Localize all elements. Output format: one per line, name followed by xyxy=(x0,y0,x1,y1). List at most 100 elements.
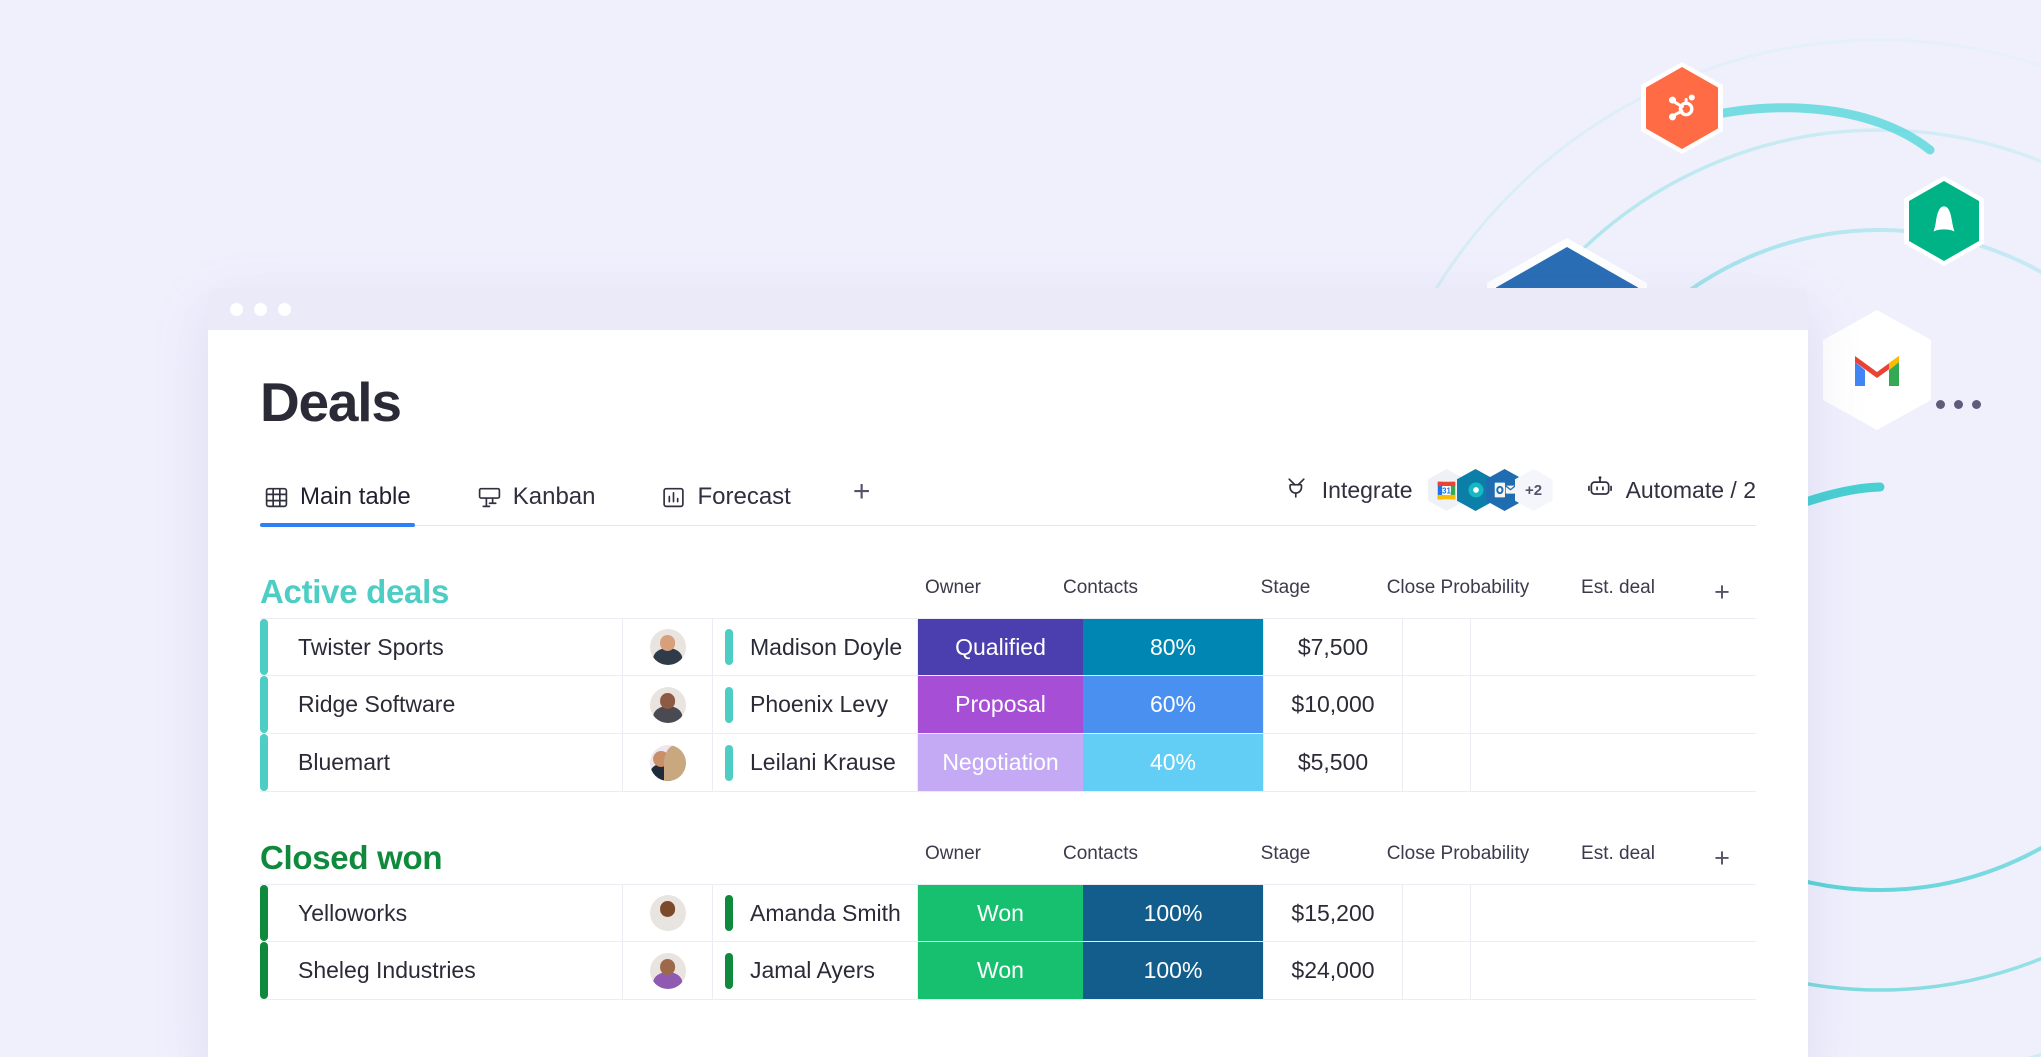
cell-close-probability[interactable]: 100% xyxy=(1083,885,1263,941)
group-title: Closed won xyxy=(260,839,443,876)
group-rows: Yelloworks Amanda Smith Won 100% $15,200… xyxy=(260,884,1756,1000)
cell-owner[interactable] xyxy=(623,942,713,999)
cell-deal-name[interactable]: Ridge Software xyxy=(268,676,623,733)
hubspot-hex xyxy=(1641,62,1723,154)
cell-empty[interactable] xyxy=(1403,734,1471,791)
integration-app-stack[interactable]: 31 +2 xyxy=(1427,469,1553,511)
cell-empty[interactable] xyxy=(1403,885,1471,941)
group-active-deals: Active deals Owner Contacts Stage Close … xyxy=(260,566,1756,792)
add-column-button[interactable]: + xyxy=(1688,577,1756,608)
cell-est-deal[interactable]: $15,200 xyxy=(1263,885,1403,941)
integration-overflow-label: +2 xyxy=(1514,469,1553,511)
cell-empty[interactable] xyxy=(1403,676,1471,733)
tab-forecast[interactable]: Forecast xyxy=(657,483,794,525)
column-header-est-deal[interactable]: Est. deal xyxy=(1548,843,1688,874)
kebab-dot xyxy=(1954,400,1963,409)
app-window: Deals Main table Kanban Forecast + Integ… xyxy=(208,288,1808,1057)
tab-main-table[interactable]: Main table xyxy=(260,483,415,527)
cell-owner[interactable] xyxy=(623,619,713,675)
cell-stage[interactable]: Won xyxy=(918,942,1083,999)
column-header-owner[interactable]: Owner xyxy=(908,843,998,874)
automate-button[interactable]: Automate / 2 xyxy=(1587,474,1756,506)
cell-contact[interactable]: Madison Doyle xyxy=(713,619,918,675)
cell-contact[interactable]: Jamal Ayers xyxy=(713,942,918,999)
contact-pill xyxy=(725,686,733,723)
cell-stage[interactable]: Qualified xyxy=(918,619,1083,675)
contact-name: Amanda Smith xyxy=(750,899,901,926)
contact-pill xyxy=(725,629,733,665)
table-row[interactable]: Bluemart Leilani Krause Negotiation 40% … xyxy=(260,734,1756,792)
avatar xyxy=(649,895,686,931)
cell-est-deal[interactable]: $10,000 xyxy=(1263,676,1403,733)
integration-app-overflow[interactable]: +2 xyxy=(1514,469,1553,511)
column-header-close-probability[interactable]: Close Probability xyxy=(1368,577,1548,608)
cell-empty[interactable] xyxy=(1403,942,1471,999)
cell-owner[interactable] xyxy=(623,676,713,733)
avatar xyxy=(649,629,686,665)
add-view-button[interactable]: + xyxy=(853,475,871,525)
cell-deal-name[interactable]: Sheleg Industries xyxy=(268,942,623,999)
column-header-stage[interactable]: Stage xyxy=(1203,577,1368,608)
column-header-contacts[interactable]: Contacts xyxy=(998,843,1203,874)
avatar xyxy=(649,686,686,723)
aircall-hex xyxy=(1904,176,1984,266)
column-header-owner[interactable]: Owner xyxy=(908,577,998,608)
column-header-est-deal[interactable]: Est. deal xyxy=(1548,577,1688,608)
cell-stage[interactable]: Won xyxy=(918,885,1083,941)
row-color-bar xyxy=(260,734,268,791)
contact-pill xyxy=(725,895,733,931)
table-row[interactable]: Yelloworks Amanda Smith Won 100% $15,200 xyxy=(260,884,1756,942)
table-row[interactable]: Twister Sports Madison Doyle Qualified 8… xyxy=(260,618,1756,676)
cell-deal-name[interactable]: Twister Sports xyxy=(268,619,623,675)
cell-est-deal[interactable]: $24,000 xyxy=(1263,942,1403,999)
cell-contact[interactable]: Amanda Smith xyxy=(713,885,918,941)
window-minimize-dot[interactable] xyxy=(254,302,267,316)
integrate-label: Integrate xyxy=(1321,476,1413,503)
contact-name: Phoenix Levy xyxy=(750,691,889,717)
cell-owner[interactable] xyxy=(623,734,713,791)
cell-close-probability[interactable]: 40% xyxy=(1083,734,1263,791)
outlook-small-icon xyxy=(1494,482,1516,498)
cell-contact[interactable]: Phoenix Levy xyxy=(713,676,918,733)
group-header: Closed won Owner Contacts Stage Close Pr… xyxy=(260,832,1756,884)
tab-label: Forecast xyxy=(697,483,791,510)
cell-empty[interactable] xyxy=(1403,619,1471,675)
more-options-button[interactable] xyxy=(1936,400,1981,409)
cell-close-probability[interactable]: 80% xyxy=(1083,619,1263,675)
cell-est-deal[interactable]: $7,500 xyxy=(1263,619,1403,675)
aircall-icon xyxy=(1933,206,1955,232)
contact-pill xyxy=(725,744,733,781)
window-close-dot[interactable] xyxy=(230,302,243,316)
table-row[interactable]: Sheleg Industries Jamal Ayers Won 100% $… xyxy=(260,942,1756,1000)
cell-deal-name[interactable]: Bluemart xyxy=(268,734,623,791)
contact-name: Jamal Ayers xyxy=(750,957,875,983)
cell-stage[interactable]: Negotiation xyxy=(918,734,1083,791)
page-title: Deals xyxy=(260,371,402,433)
contact-name: Leilani Krause xyxy=(750,749,896,775)
cell-deal-name[interactable]: Yelloworks xyxy=(268,885,623,941)
row-color-bar xyxy=(260,942,268,999)
column-header-close-probability[interactable]: Close Probability xyxy=(1368,843,1548,874)
row-color-bar xyxy=(260,885,268,941)
column-header-contacts[interactable]: Contacts xyxy=(998,577,1203,608)
table-row[interactable]: Ridge Software Phoenix Levy Proposal 60%… xyxy=(260,676,1756,734)
cell-stage[interactable]: Proposal xyxy=(918,676,1083,733)
cell-close-probability[interactable]: 100% xyxy=(1083,942,1263,999)
cell-close-probability[interactable]: 60% xyxy=(1083,676,1263,733)
cell-est-deal[interactable]: $5,500 xyxy=(1263,734,1403,791)
hubspot-icon xyxy=(1669,94,1695,121)
table-icon xyxy=(264,485,289,510)
google-calendar-icon: 31 xyxy=(1437,481,1456,499)
row-color-bar xyxy=(260,619,268,675)
window-maximize-dot[interactable] xyxy=(278,302,291,316)
plug-icon xyxy=(1284,475,1309,506)
contact-name: Madison Doyle xyxy=(750,633,903,660)
column-header-stage[interactable]: Stage xyxy=(1203,843,1368,874)
add-column-button[interactable]: + xyxy=(1688,843,1756,874)
cell-owner[interactable] xyxy=(623,885,713,941)
tab-kanban[interactable]: Kanban xyxy=(473,483,600,525)
cell-contact[interactable]: Leilani Krause xyxy=(713,734,918,791)
group-rows: Twister Sports Madison Doyle Qualified 8… xyxy=(260,618,1756,792)
integrate-button[interactable]: Integrate 31 +2 xyxy=(1284,469,1553,511)
kebab-dot xyxy=(1972,400,1981,409)
